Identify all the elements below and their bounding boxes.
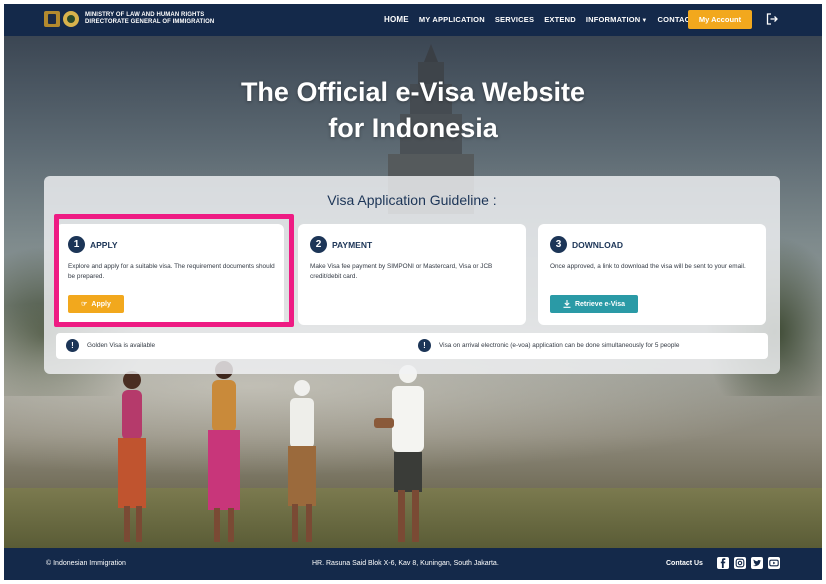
step-card-head: 2 PAYMENT [310, 236, 372, 253]
highlight-box-apply [54, 214, 294, 327]
nav-services[interactable]: SERVICES [495, 15, 534, 24]
nav-information[interactable]: INFORMATION▼ [586, 15, 648, 24]
step-number-badge: 2 [310, 236, 327, 253]
man-figure-image [374, 365, 424, 542]
step-number-badge: 3 [550, 236, 567, 253]
top-navbar: MINISTRY OF LAW AND HUMAN RIGHTS DIRECTO… [4, 4, 822, 36]
step-card-download: 3 DOWNLOAD Once approved, a link to down… [538, 224, 766, 325]
step-title: PAYMENT [332, 239, 373, 250]
notice-text: Visa on arrival electronic (e-voa) appli… [439, 342, 680, 349]
chevron-down-icon: ▼ [641, 18, 648, 24]
nav-home[interactable]: HOME [384, 15, 409, 24]
ministry-logo-group[interactable]: MINISTRY OF LAW AND HUMAN RIGHTS DIRECTO… [44, 11, 214, 27]
footer: © Indonesian Immigration HR. Rasuna Said… [4, 548, 822, 580]
footer-copyright: © Indonesian Immigration [46, 560, 126, 567]
organization-name: MINISTRY OF LAW AND HUMAN RIGHTS DIRECTO… [85, 12, 214, 26]
step-card-head: 3 DOWNLOAD [550, 236, 623, 253]
footer-contact-label: Contact Us [666, 560, 703, 567]
instagram-icon[interactable] [734, 557, 746, 569]
notice-golden-visa: ! Golden Visa is available [66, 339, 155, 352]
notice-text: Golden Visa is available [87, 342, 156, 349]
info-icon: ! [418, 339, 431, 352]
info-icon: ! [66, 339, 79, 352]
immigration-emblem-icon [63, 11, 79, 27]
boy-figure-image [288, 380, 316, 542]
nav-extend[interactable]: EXTEND [544, 15, 576, 24]
step-card-payment: 2 PAYMENT Make Visa fee payment by SIMPO… [298, 224, 526, 325]
step-title: DOWNLOAD [572, 239, 623, 250]
twitter-icon[interactable] [751, 557, 763, 569]
notice-bar: ! Golden Visa is available ! Visa on arr… [56, 333, 768, 359]
hero-title-line1: The Official e-Visa Website [240, 77, 586, 107]
hero-title-line2: for Indonesia [328, 113, 498, 143]
retrieve-evisa-button[interactable]: Retrieve e-Visa [550, 295, 638, 313]
logout-icon[interactable] [766, 13, 778, 25]
retrieve-button-label: Retrieve e-Visa [574, 300, 626, 308]
my-account-button[interactable]: My Account [688, 10, 752, 29]
youtube-icon[interactable] [768, 557, 780, 569]
notice-evoa: ! Visa on arrival electronic (e-voa) app… [418, 339, 679, 352]
woman-figure-image [118, 371, 146, 542]
footer-address: HR. Rasuna Said Blok X-6, Kav 8, Kuninga… [312, 560, 499, 567]
org-name-line1: MINISTRY OF LAW AND HUMAN RIGHTS [85, 12, 205, 18]
woman-figure-2-image [208, 361, 240, 542]
step-description: Once approved, a link to download the vi… [550, 263, 746, 270]
nav-my-application[interactable]: MY APPLICATION [419, 15, 485, 24]
download-icon [563, 300, 571, 308]
step-description: Make Visa fee payment by SIMPONI or Mast… [310, 263, 493, 280]
hero-title: The Official e-Visa Website for Indonesi… [4, 74, 822, 146]
facebook-icon[interactable] [717, 557, 729, 569]
browser-viewport: MINISTRY OF LAW AND HUMAN RIGHTS DIRECTO… [4, 4, 822, 580]
main-nav: HOME MY APPLICATION SERVICES EXTEND INFO… [384, 15, 718, 24]
ministry-emblem-icon [44, 11, 60, 27]
nav-information-label: INFORMATION [585, 15, 641, 24]
guideline-title: Visa Application Guideline : [327, 192, 497, 208]
org-name-line2: DIRECTORATE GENERAL OF IMMIGRATION [85, 19, 215, 25]
